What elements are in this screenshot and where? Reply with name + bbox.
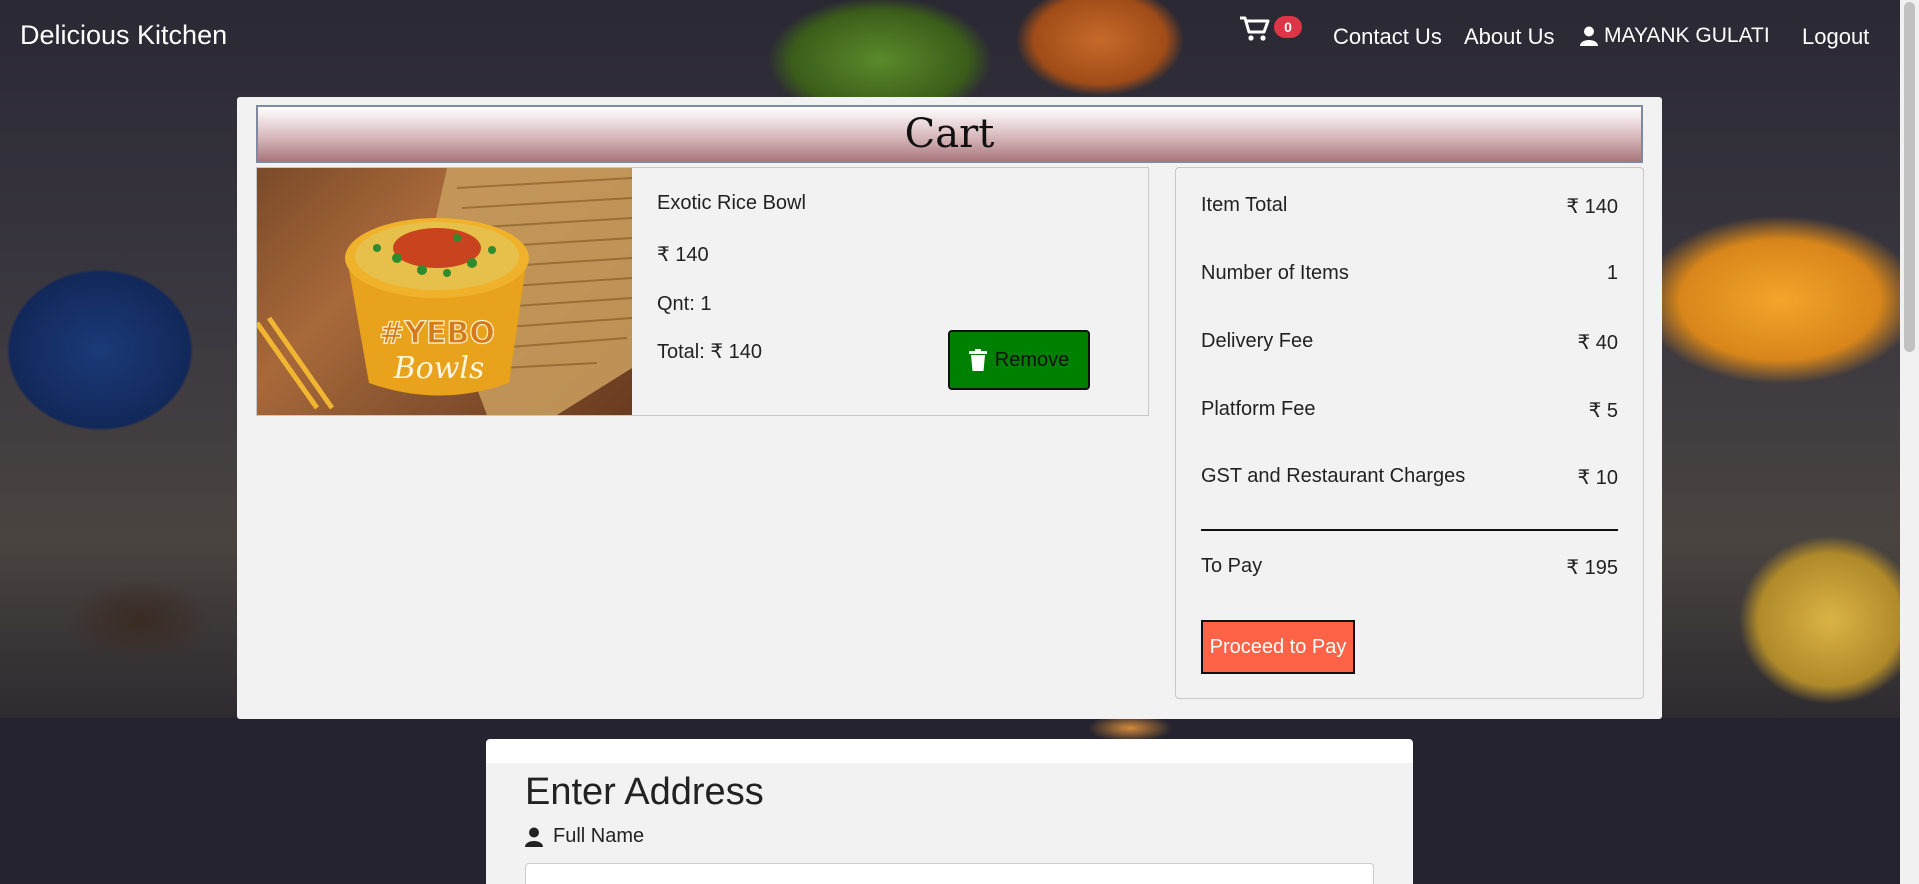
full-name-label-text: Full Name: [553, 825, 645, 847]
bill-summary: Item Total ₹ 140 Number of Items 1 Deliv…: [1175, 167, 1644, 699]
nav-cart[interactable]: 0: [1238, 12, 1308, 48]
logout-link[interactable]: Logout: [1802, 24, 1869, 50]
summary-value: ₹ 10: [1577, 467, 1618, 489]
cart-icon: [1240, 16, 1270, 41]
summary-value: ₹ 5: [1588, 400, 1618, 422]
proceed-to-pay-button[interactable]: Proceed to Pay: [1201, 620, 1355, 674]
navbar: Delicious Kitchen 0 Contact Us About Us …: [0, 0, 1900, 72]
item-price: ₹ 140: [657, 244, 709, 266]
user-icon: [1580, 26, 1598, 46]
trash-icon: [968, 349, 987, 371]
summary-label: Number of Items: [1201, 262, 1349, 284]
summary-label: Item Total: [1201, 194, 1288, 216]
cart-title: Cart: [904, 111, 995, 157]
nav-contact-link[interactable]: Contact Us: [1333, 24, 1442, 50]
full-name-label: Full Name: [525, 825, 644, 848]
cart-item: #YEBO Bowls Exotic Rice Bowl ₹ 140 Qnt: …: [256, 167, 1149, 416]
remove-label: Remove: [994, 348, 1070, 371]
address-form: Enter Address Full Name: [486, 739, 1413, 884]
summary-label: Delivery Fee: [1201, 330, 1314, 352]
summary-value: ₹ 140: [1566, 196, 1618, 218]
to-pay-label: To Pay: [1201, 555, 1263, 577]
user-name: MAYANK GULATI: [1604, 24, 1770, 47]
summary-row-gst: GST and Restaurant Charges ₹ 10: [1201, 465, 1618, 490]
cup-text-top: #YEBO: [379, 316, 495, 351]
summary-label: Platform Fee: [1201, 398, 1316, 420]
summary-row-delivery-fee: Delivery Fee ₹ 40: [1201, 330, 1618, 355]
cup-text-bottom: Bowls: [393, 351, 485, 386]
scrollbar-thumb[interactable]: [1904, 2, 1915, 352]
address-title: Enter Address: [525, 771, 764, 813]
summary-divider: [1201, 529, 1618, 531]
summary-row-to-pay: To Pay ₹ 195: [1201, 555, 1618, 580]
item-name: Exotic Rice Bowl: [657, 192, 806, 214]
summary-value: 1: [1606, 262, 1618, 284]
summary-row-number-of-items: Number of Items 1: [1201, 262, 1618, 285]
summary-row-platform-fee: Platform Fee ₹ 5: [1201, 398, 1618, 423]
nav-user[interactable]: MAYANK GULATI: [1580, 24, 1770, 48]
summary-label: GST and Restaurant Charges: [1201, 465, 1466, 487]
nav-about-link[interactable]: About Us: [1464, 24, 1555, 50]
to-pay-value: ₹ 195: [1566, 557, 1618, 579]
remove-button[interactable]: Remove: [948, 330, 1090, 390]
item-quantity: Qnt: 1: [657, 293, 712, 315]
brand-logo[interactable]: Delicious Kitchen: [20, 20, 227, 51]
item-image: #YEBO Bowls: [257, 168, 632, 415]
full-name-input[interactable]: [525, 863, 1374, 884]
cart-count-badge: 0: [1274, 16, 1302, 38]
item-info: Exotic Rice Bowl ₹ 140 Qnt: 1 Total: ₹ 1…: [657, 168, 1137, 415]
summary-value: ₹ 40: [1577, 332, 1618, 354]
rice-bowl-image: #YEBO Bowls: [257, 168, 632, 415]
user-icon: [525, 827, 543, 847]
summary-row-item-total: Item Total ₹ 140: [1201, 194, 1618, 219]
scrollbar[interactable]: [1900, 0, 1919, 884]
cart-header: Cart: [256, 105, 1643, 163]
item-total: Total: ₹ 140: [657, 341, 763, 363]
cart-panel: Cart #YEBO Bowls Exotic Rice Bowl ₹ 140 …: [237, 97, 1662, 719]
